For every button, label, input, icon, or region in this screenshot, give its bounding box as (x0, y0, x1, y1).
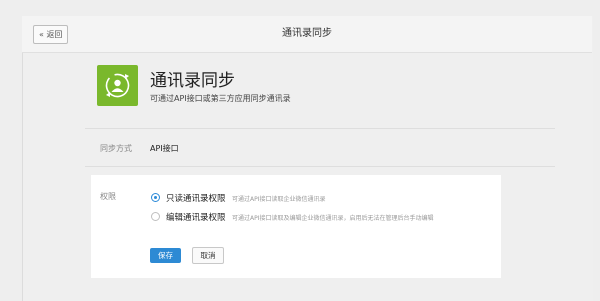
sync-method-label: 同步方式 (100, 144, 132, 153)
app-description: 可通过API接口或第三方应用同步通讯录 (150, 94, 291, 103)
permission-label: 权限 (100, 192, 116, 201)
readonly-permission-hint: 可通过API接口读取企业微信通讯录 (232, 196, 326, 203)
cancel-button[interactable]: 取消 (192, 247, 224, 264)
divider (85, 128, 555, 129)
page-title: 通讯录同步 (282, 28, 332, 39)
edit-permission-hint: 可通过API接口读取及编辑企业微信通讯录，启用后无法在管理后台手动编辑 (232, 215, 434, 222)
save-button[interactable]: 保存 (150, 248, 181, 263)
readonly-permission-radio[interactable] (151, 193, 160, 202)
sync-method-value: API接口 (150, 144, 179, 153)
sync-contacts-icon (97, 65, 138, 106)
app-title: 通讯录同步 (150, 71, 235, 91)
top-bar: « 返回 通讯录同步 (22, 16, 592, 53)
readonly-permission-title: 只读通讯录权限 (166, 194, 226, 204)
edit-permission-title: 编辑通讯录权限 (166, 213, 226, 223)
divider (85, 166, 555, 167)
edit-permission-radio[interactable] (151, 212, 160, 221)
